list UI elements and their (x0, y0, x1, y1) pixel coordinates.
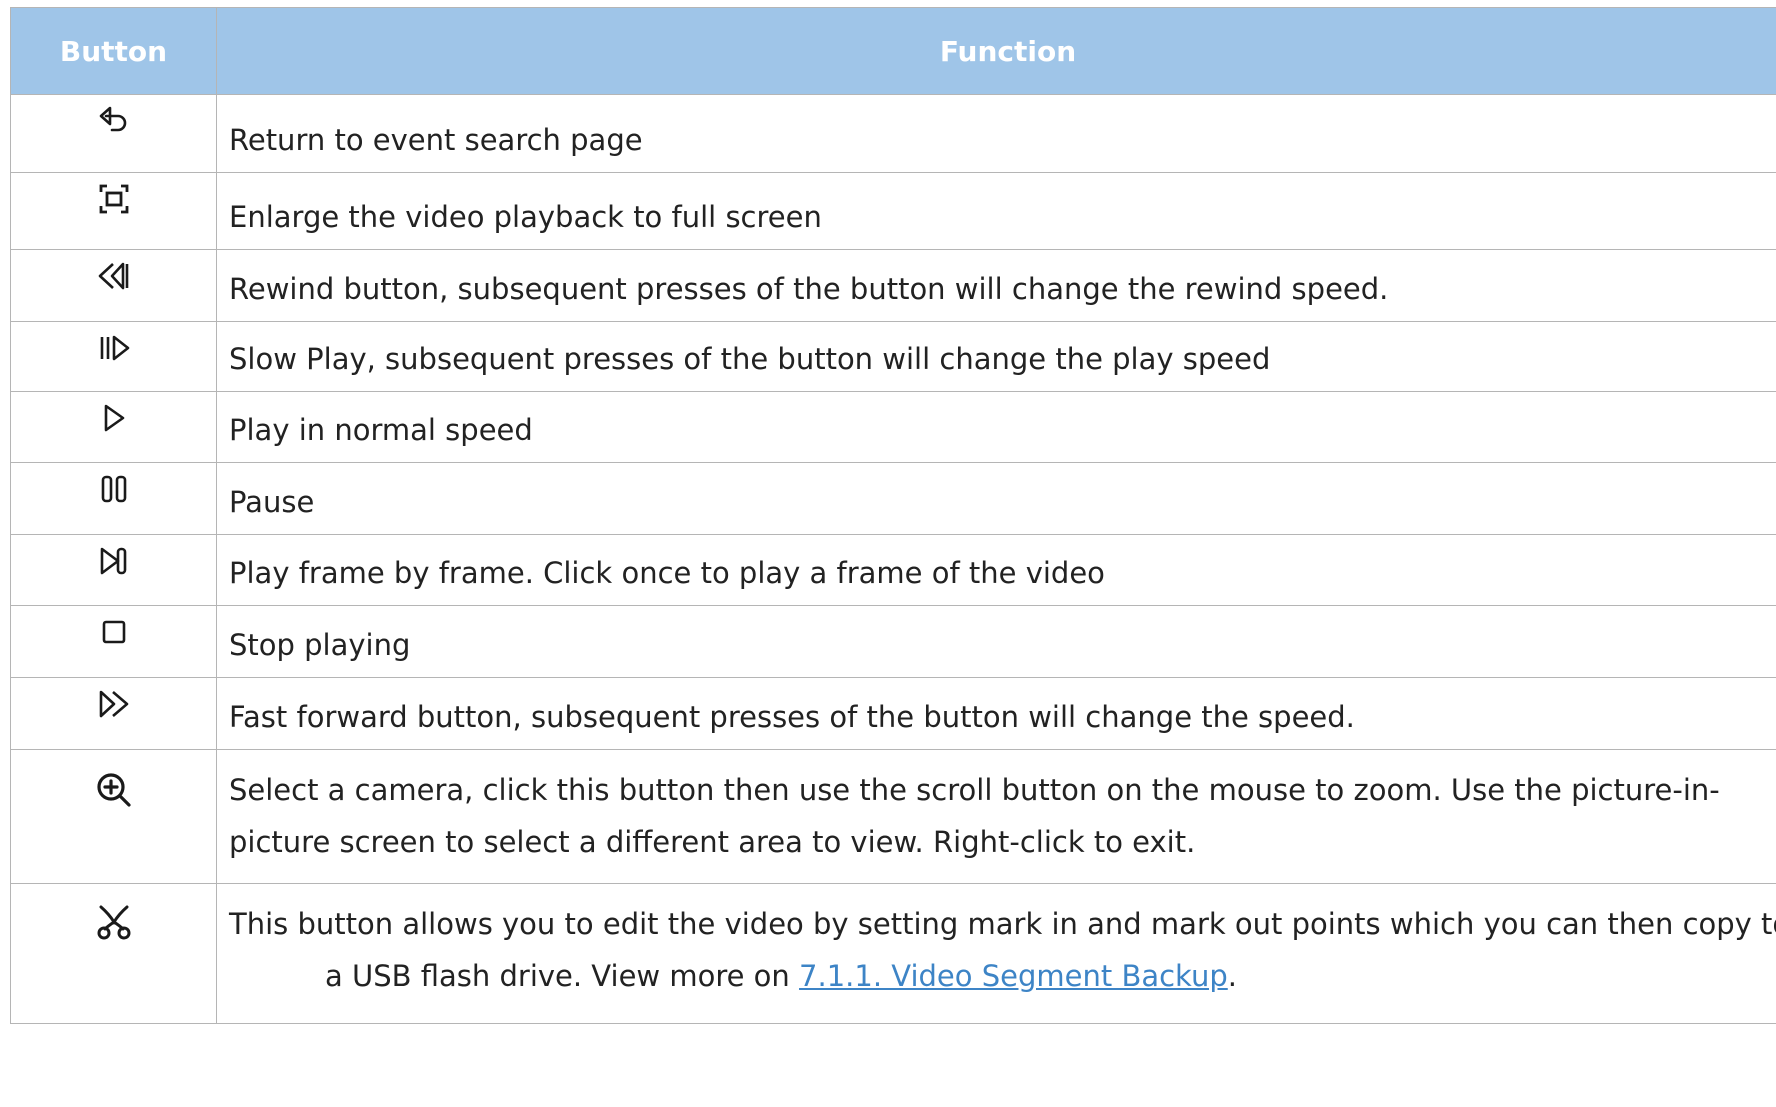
pause-icon (96, 475, 132, 514)
table-row: Rewind button, subsequent presses of the… (10, 249, 1776, 322)
rewind-icon (95, 262, 133, 301)
table-row: Play frame by frame. Click once to play … (10, 534, 1776, 606)
header-button: Button (10, 7, 217, 95)
function-text: Pause (216, 462, 1776, 535)
video-segment-backup-link[interactable]: 7.1.1. Video Segment Backup (799, 959, 1228, 993)
table-row: Play in normal speed (10, 391, 1776, 463)
slow-play-icon (95, 335, 133, 373)
table-row: Enlarge the video playback to full scree… (10, 172, 1776, 250)
table-row: This button allows you to edit the video… (10, 883, 1776, 1024)
function-text: Fast forward button, subsequent presses … (216, 677, 1776, 750)
stop-icon (96, 620, 132, 657)
table-row: Select a camera, click this button then … (10, 749, 1776, 884)
play-icon (96, 404, 132, 443)
table-header-row: Button Function (10, 7, 1776, 95)
scissors-icon (94, 905, 134, 945)
table-row: Slow Play, subsequent presses of the but… (10, 321, 1776, 392)
function-text: Play in normal speed (216, 391, 1776, 463)
function-text: Stop playing (216, 605, 1776, 678)
function-text: Enlarge the video playback to full scree… (216, 172, 1776, 250)
button-function-table: Button Function Return to event search p… (10, 7, 1776, 1024)
function-text: Rewind button, subsequent presses of the… (216, 249, 1776, 322)
fast-forward-icon (95, 690, 133, 729)
table-row: Pause (10, 462, 1776, 535)
function-text: Play frame by frame. Click once to play … (216, 534, 1776, 606)
function-text-line1: Select a camera, click this button then … (229, 773, 1720, 807)
function-text: Return to event search page (216, 94, 1776, 173)
header-function: Function (216, 7, 1776, 95)
function-text-line2: picture screen to select a different are… (229, 825, 1196, 859)
function-text: Slow Play, subsequent presses of the but… (216, 321, 1776, 392)
function-text-suffix: . (1227, 959, 1237, 993)
fullscreen-icon (96, 184, 132, 224)
return-icon (96, 106, 132, 146)
table-row: Stop playing (10, 605, 1776, 678)
table-row: Fast forward button, subsequent presses … (10, 677, 1776, 750)
zoom-in-icon (94, 773, 134, 813)
table-row: Return to event search page (10, 94, 1776, 173)
function-text-line1: This button allows you to edit the video… (229, 907, 1776, 941)
frame-step-icon (96, 547, 132, 586)
function-text-line2: a USB flash drive. View more on (325, 959, 800, 993)
